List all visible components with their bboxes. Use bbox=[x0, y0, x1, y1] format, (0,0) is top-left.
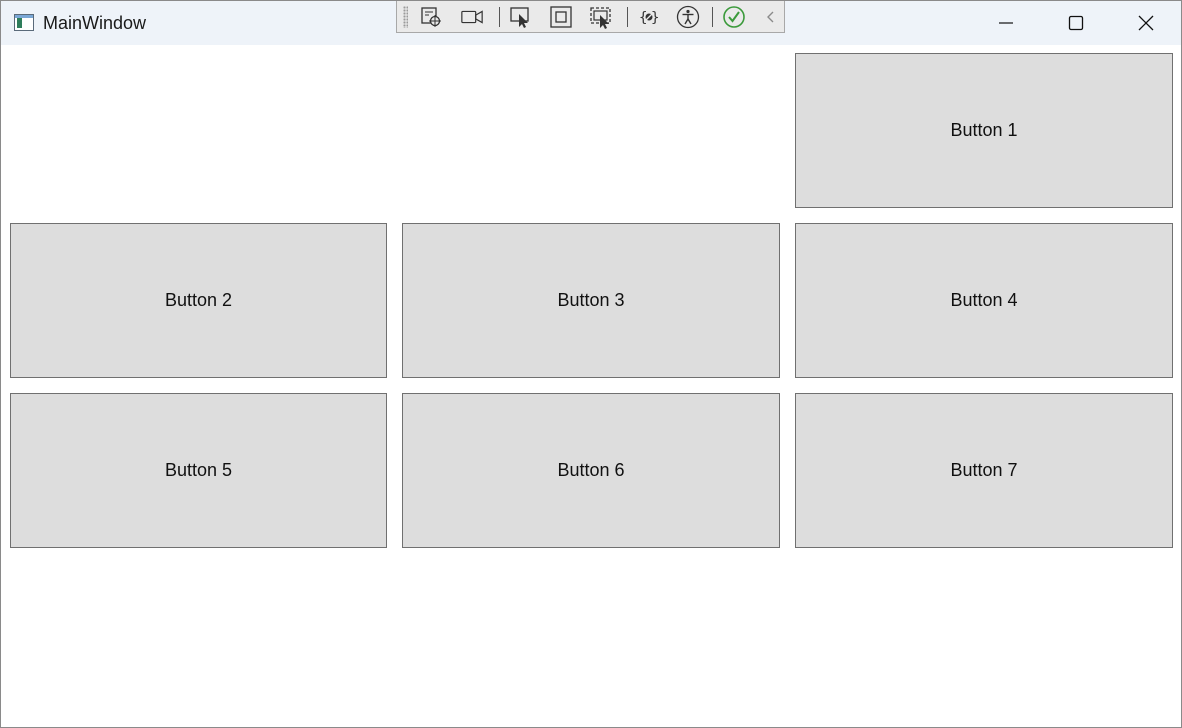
close-button[interactable] bbox=[1111, 1, 1181, 45]
maximize-icon bbox=[1068, 15, 1084, 31]
main-window: MainWindow {} Button 1 Button 2 Button … bbox=[0, 0, 1182, 728]
button-2[interactable]: Button 2 bbox=[10, 223, 387, 378]
button-3[interactable]: Button 3 bbox=[402, 223, 780, 378]
toolbar-grip[interactable] bbox=[403, 6, 408, 28]
collapse-chevron-icon[interactable] bbox=[759, 5, 783, 29]
button-5[interactable]: Button 5 bbox=[10, 393, 387, 548]
minimize-button[interactable] bbox=[971, 1, 1041, 45]
record-icon[interactable] bbox=[460, 5, 484, 29]
check-icon[interactable] bbox=[722, 5, 746, 29]
window-title: MainWindow bbox=[43, 13, 147, 33]
content-area: Button 1 Button 2 Button 3 Button 4 Butt… bbox=[1, 45, 1181, 727]
close-icon bbox=[1138, 15, 1154, 31]
button-4[interactable]: Button 4 bbox=[795, 223, 1173, 378]
button-1[interactable]: Button 1 bbox=[795, 53, 1173, 208]
accessibility-icon[interactable] bbox=[676, 5, 700, 29]
toolbar-separator bbox=[499, 7, 500, 27]
button-6[interactable]: Button 6 bbox=[402, 393, 780, 548]
display-layout-adorners-icon[interactable] bbox=[549, 5, 573, 29]
toolbar-separator bbox=[712, 7, 713, 27]
app-icon bbox=[14, 14, 34, 31]
toolbar-separator bbox=[627, 7, 628, 27]
xaml-debug-toolbar: { } bbox=[396, 1, 785, 33]
go-to-live-visual-tree-icon[interactable] bbox=[419, 5, 443, 29]
maximize-button[interactable] bbox=[1041, 1, 1111, 45]
button-7[interactable]: Button 7 bbox=[795, 393, 1173, 548]
binding-failures-icon[interactable]: { } bbox=[637, 5, 661, 29]
track-focused-element-icon[interactable] bbox=[589, 5, 613, 29]
minimize-icon bbox=[999, 22, 1013, 24]
select-element-icon[interactable] bbox=[509, 5, 533, 29]
